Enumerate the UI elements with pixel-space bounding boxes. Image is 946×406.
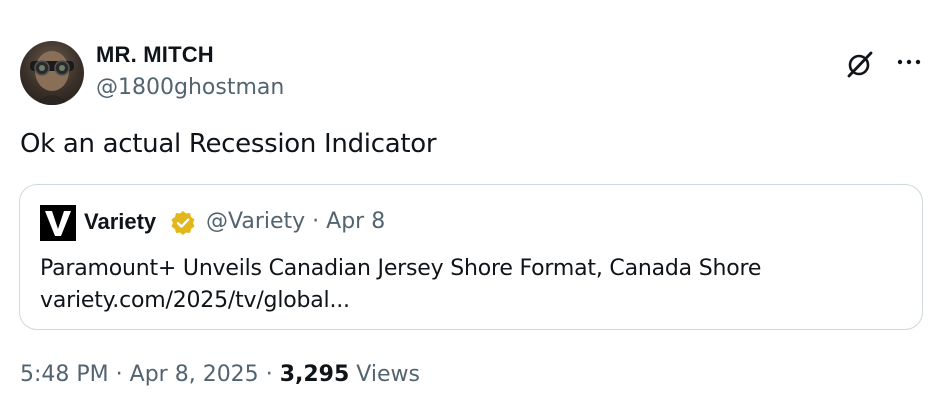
views-count: 3,295 — [279, 362, 350, 387]
quoted-body: Paramount+ Unveils Canadian Jersey Shore… — [40, 253, 761, 317]
views-label: Views — [356, 362, 420, 387]
quoted-link[interactable]: variety.com/2025/tv/global... — [40, 285, 761, 317]
grok-icon[interactable] — [844, 48, 876, 80]
footer-separator: · — [115, 362, 123, 387]
author-handle[interactable]: @1800ghostman — [96, 75, 284, 100]
author-display-name[interactable]: MR. MITCH — [96, 42, 214, 68]
variety-logo — [40, 205, 76, 241]
more-options-icon[interactable] — [894, 50, 924, 74]
quoted-display-name: Variety — [84, 209, 157, 234]
meta-separator: · — [312, 209, 320, 234]
quoted-tweet-card[interactable]: Variety @Variety · Apr 8 Paramount+ Unve… — [19, 184, 923, 330]
verified-badge-icon — [170, 210, 196, 236]
tweet-text: Ok an actual Recession Indicator — [20, 129, 437, 159]
avatar-image — [30, 51, 74, 105]
quoted-meta: @Variety · Apr 8 — [206, 209, 385, 234]
footer-separator-2: · — [265, 362, 273, 387]
avatar[interactable] — [20, 41, 84, 105]
quoted-headline: Paramount+ Unveils Canadian Jersey Shore… — [40, 256, 762, 281]
tweet-time[interactable]: 5:48 PM — [20, 362, 109, 387]
tweet-footer: 5:48 PM · Apr 8, 2025 · 3,295 Views — [20, 362, 420, 387]
quoted-date: Apr 8 — [326, 209, 386, 234]
tweet-date[interactable]: Apr 8, 2025 — [130, 362, 259, 387]
quoted-handle: @Variety — [206, 209, 306, 234]
